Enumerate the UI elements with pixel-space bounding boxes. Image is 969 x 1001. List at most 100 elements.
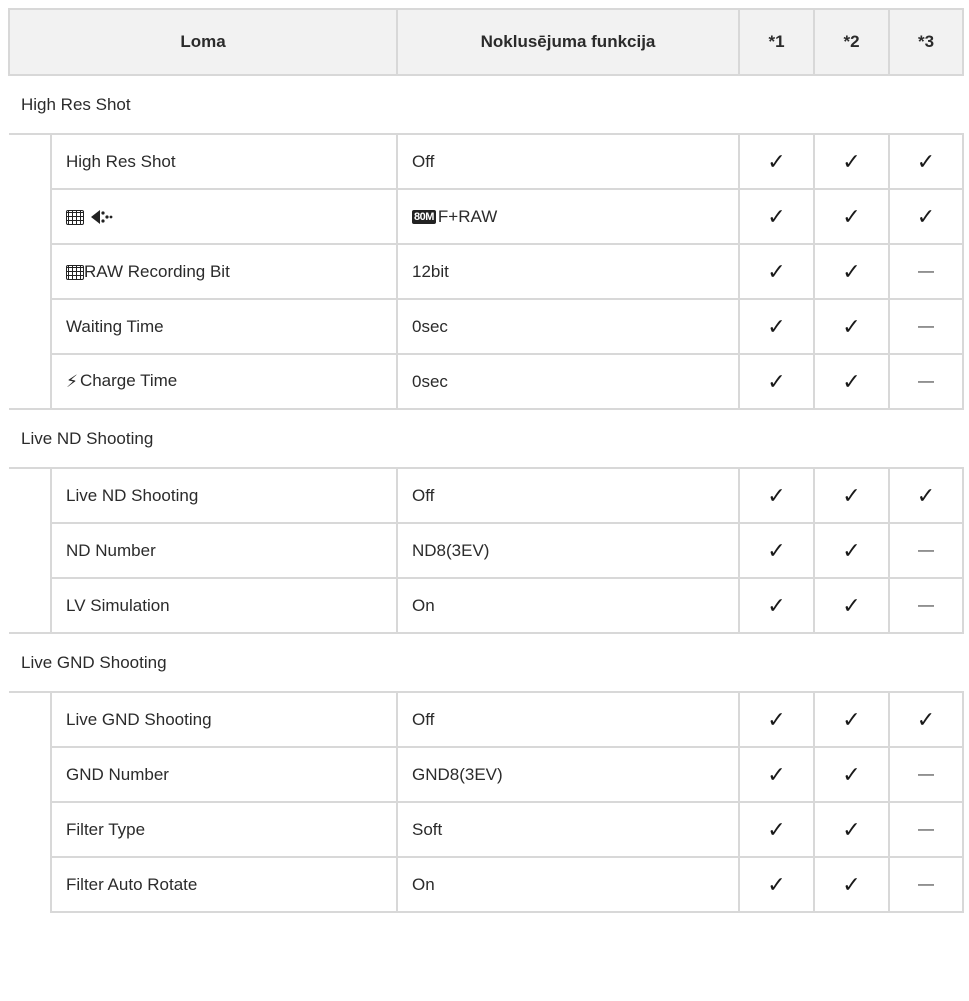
check-icon: ✓: [813, 188, 890, 245]
item-name-cell: Live ND Shooting: [50, 467, 398, 524]
item-name: Waiting Time: [66, 316, 164, 336]
item-name: Filter Auto Rotate: [66, 874, 198, 894]
indent-cell: [9, 747, 52, 802]
check-icon: ✓: [813, 298, 890, 355]
section-title: Live ND Shooting: [9, 408, 963, 469]
dash-icon: —: [888, 856, 964, 913]
check-icon: ✓: [738, 746, 815, 803]
table-body: High Res Shot High Res Shot Off ✓ ✓ ✓ 80M F+RAW…: [9, 74, 964, 913]
default-value-cell: GND8(3EV): [396, 746, 740, 803]
default-value-cell: Off: [396, 133, 740, 190]
indent-cell: [9, 578, 52, 633]
default-value: 0sec: [412, 371, 448, 391]
table-row: ND Number ND8(3EV) ✓ ✓ —: [9, 522, 964, 579]
item-name-cell: Live GND Shooting: [50, 691, 398, 748]
default-value: ND8(3EV): [412, 540, 490, 560]
check-icon: ✓: [738, 298, 815, 355]
check-icon: ✓: [813, 522, 890, 579]
check-icon: ✓: [738, 188, 815, 245]
table-row: Waiting Time 0sec ✓ ✓ —: [9, 298, 964, 355]
dash-icon: —: [888, 522, 964, 579]
indent-cell: [9, 299, 52, 354]
indent-cell: [9, 468, 52, 523]
table-row: High Res Shot Off ✓ ✓ ✓: [9, 133, 964, 190]
header-role: Loma: [8, 8, 398, 76]
check-icon: ✓: [813, 691, 890, 748]
section-row: High Res Shot: [9, 74, 963, 135]
check-icon: ✓: [813, 801, 890, 858]
check-icon: ✓: [813, 856, 890, 913]
dash-icon: —: [888, 577, 964, 634]
check-icon: ✓: [888, 467, 964, 524]
default-value: 0sec: [412, 316, 448, 336]
check-icon: ✓: [738, 522, 815, 579]
default-value-cell: ND8(3EV): [396, 522, 740, 579]
indent-cell: [9, 802, 52, 857]
section-row: Live ND Shooting: [9, 408, 963, 469]
check-icon: ✓: [738, 691, 815, 748]
item-name-cell: [50, 188, 398, 245]
item-name-cell: Filter Auto Rotate: [50, 856, 398, 913]
indent-cell: [9, 354, 52, 409]
check-icon: ✓: [738, 353, 815, 410]
check-icon: ✓: [888, 188, 964, 245]
check-icon: ✓: [738, 577, 815, 634]
item-name-cell: ND Number: [50, 522, 398, 579]
default-value: Soft: [412, 819, 443, 839]
check-icon: ✓: [813, 577, 890, 634]
table-row: Live ND Shooting Off ✓ ✓ ✓: [9, 467, 964, 524]
default-value-cell: On: [396, 577, 740, 634]
item-name: LV Simulation: [66, 595, 170, 615]
item-name: Live ND Shooting: [66, 485, 199, 505]
default-value-cell: On: [396, 856, 740, 913]
item-name-cell: LV Simulation: [50, 577, 398, 634]
grid-icon: [66, 264, 84, 280]
default-value-cell: 0sec: [396, 353, 740, 410]
check-icon: ✓: [888, 691, 964, 748]
section-row: Live GND Shooting: [9, 632, 963, 693]
check-icon: ✓: [813, 746, 890, 803]
table-row: GND Number GND8(3EV) ✓ ✓ —: [9, 746, 964, 803]
flash-icon: ⚡: [66, 371, 78, 391]
indent-cell: [9, 857, 52, 912]
indent-cell: [9, 134, 52, 189]
header-col-1: *1: [738, 8, 815, 76]
table-row: RAW Recording Bit 12bit ✓ ✓ —: [9, 243, 964, 300]
resolution-badge: 80M: [412, 210, 436, 225]
item-name: ND Number: [66, 540, 156, 560]
dash-icon: —: [888, 746, 964, 803]
indent-cell: [9, 692, 52, 747]
quality-icon: [90, 208, 114, 226]
item-name: RAW Recording Bit: [84, 261, 230, 281]
default-value: GND8(3EV): [412, 764, 503, 784]
dash-icon: —: [888, 353, 964, 410]
item-name-cell: Waiting Time: [50, 298, 398, 355]
header-col-3: *3: [888, 8, 964, 76]
indent-cell: [9, 244, 52, 299]
header-row: Loma Noklusējuma funkcija *1 *2 *3: [8, 8, 964, 76]
table-row: ⚡ Charge Time 0sec ✓ ✓ —: [9, 353, 964, 410]
check-icon: ✓: [813, 467, 890, 524]
default-value: On: [412, 874, 435, 894]
item-name: High Res Shot: [66, 151, 176, 171]
grid-icon: [66, 209, 84, 225]
indent-cell: [9, 189, 52, 244]
default-value-cell: Off: [396, 467, 740, 524]
check-icon: ✓: [813, 133, 890, 190]
default-value: Off: [412, 709, 435, 729]
table-row: 80M F+RAW ✓ ✓ ✓: [9, 188, 964, 245]
header-default: Noklusējuma funkcija: [396, 8, 740, 76]
check-icon: ✓: [738, 801, 815, 858]
default-value-cell: 80M F+RAW: [396, 188, 740, 245]
item-name-cell: High Res Shot: [50, 133, 398, 190]
table-row: Live GND Shooting Off ✓ ✓ ✓: [9, 691, 964, 748]
check-icon: ✓: [888, 133, 964, 190]
check-icon: ✓: [813, 243, 890, 300]
section-title: High Res Shot: [9, 74, 963, 135]
item-name: Filter Type: [66, 819, 146, 839]
table-row: LV Simulation On ✓ ✓ —: [9, 577, 964, 634]
default-value: 12bit: [412, 261, 449, 281]
check-icon: ✓: [813, 353, 890, 410]
item-name: Charge Time: [79, 371, 178, 391]
item-name-cell: Filter Type: [50, 801, 398, 858]
